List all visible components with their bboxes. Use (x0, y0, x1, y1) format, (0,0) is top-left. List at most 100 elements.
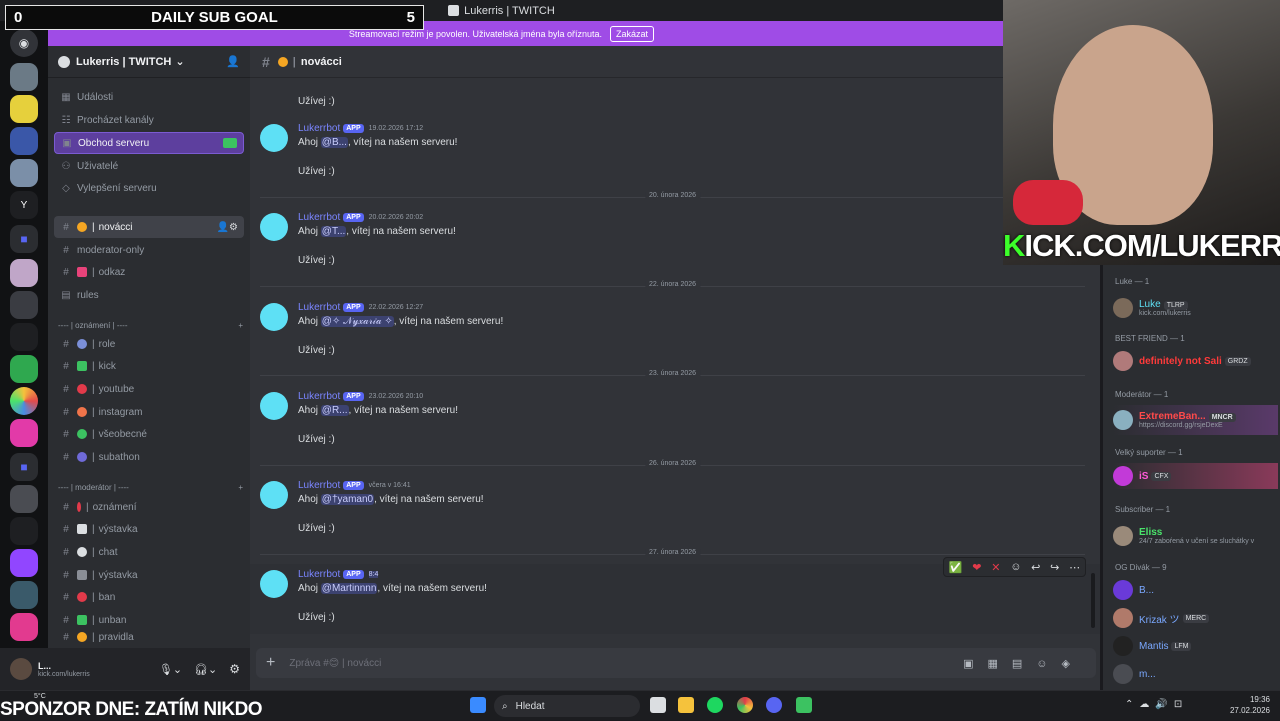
channel-vseobecne[interactable]: # | všeobecné (54, 424, 244, 444)
server-icon[interactable] (10, 95, 38, 123)
member-mod[interactable]: ExtremeBan... MNCR https://discord.gg/rsje… (1113, 405, 1278, 435)
message-author[interactable]: Lukerrbot (298, 302, 340, 313)
category-oznameni[interactable]: ---- | oznámení | ---- + (58, 321, 243, 330)
channel-rules[interactable]: ▤ rules (54, 285, 244, 305)
folder-icon[interactable]: ■ (10, 225, 38, 253)
bot-avatar[interactable] (260, 481, 288, 509)
server-icon[interactable] (10, 63, 38, 91)
server-icon[interactable] (10, 613, 38, 641)
invite-icon[interactable]: 👤 (226, 55, 240, 68)
more-icon[interactable]: ⋯ (1069, 561, 1080, 574)
forward-icon[interactable]: ↪ (1050, 561, 1059, 574)
bot-avatar[interactable] (260, 213, 288, 241)
plus-icon[interactable]: + (238, 321, 243, 330)
server-shop-item[interactable]: ▣ Obchod serveru (54, 132, 244, 154)
user-mention[interactable]: @✧ 𝒩𝓎𝓍𝒶𝓇𝒾𝒶 ✧ (320, 316, 394, 327)
plus-icon[interactable]: + (266, 654, 275, 672)
user-mention[interactable]: @†yaman0 (320, 494, 375, 505)
message-author[interactable]: Lukerrbot (298, 212, 340, 223)
user-mention[interactable]: @B... (320, 137, 348, 148)
avatar[interactable] (10, 658, 32, 680)
server-icon[interactable] (10, 323, 38, 351)
server-icon[interactable] (10, 159, 38, 187)
member-subscriber[interactable]: Eliss 24/7 zaboŕená v učení se sluchátky … (1113, 521, 1278, 551)
disable-streamer-mode-button[interactable]: Zakázat (610, 25, 655, 42)
server-icon[interactable] (10, 259, 38, 287)
channel-vystavka[interactable]: # | výstavka (54, 519, 244, 539)
server-icon[interactable] (10, 127, 38, 155)
channel-pravidla[interactable]: # | pravidla (54, 632, 244, 642)
system-tray-icons[interactable]: ⌃☁🔊⊡ (1125, 699, 1188, 710)
composer-tools-icon[interactable]: ▣▦▤☺◈ (963, 657, 1084, 670)
message-author[interactable]: Lukerrbot (298, 391, 340, 402)
server-header[interactable]: Lukerris | TWITCH ⌄ 👤 (48, 46, 250, 78)
server-icon[interactable] (10, 291, 38, 319)
reply-icon[interactable]: ↩ (1031, 561, 1040, 574)
user-mention[interactable]: @R... (320, 405, 349, 416)
settings-icon[interactable]: 👤⚙ (217, 222, 238, 233)
bot-avatar[interactable] (260, 124, 288, 152)
member-bf[interactable]: definitely not Sali GRDZ (1113, 350, 1278, 372)
channel-odkaz[interactable]: # | odkaz (54, 262, 244, 282)
check-reaction-icon[interactable]: ✅ (949, 561, 963, 574)
message-author[interactable]: Lukerrbot (298, 480, 340, 491)
channel-youtube[interactable]: # | youtube (54, 379, 244, 399)
channel-chat[interactable]: # | chat (54, 542, 244, 562)
member-og[interactable]: B... (1113, 579, 1278, 601)
user-mention[interactable]: @Martinnnn (320, 583, 378, 594)
server-icon[interactable] (10, 419, 38, 447)
taskbar-clock[interactable]: 19:36 27.02.2026 (1230, 694, 1270, 716)
category-moderator[interactable]: ---- | moderátor | ---- + (58, 483, 243, 492)
channel-unban[interactable]: # | unban (54, 610, 244, 630)
server-icon[interactable] (10, 581, 38, 609)
bot-avatar[interactable] (260, 570, 288, 598)
member-og[interactable]: Mantis LFM (1113, 635, 1278, 657)
browse-channels-item[interactable]: ☷ Procházet kanály (54, 110, 244, 130)
add-reaction-icon[interactable]: ☺ (1010, 561, 1021, 573)
task-view-icon[interactable] (650, 697, 666, 713)
channel-vystavka-2[interactable]: # | výstavka (54, 565, 244, 585)
events-item[interactable]: ▦ Události (54, 87, 244, 107)
folder-icon[interactable]: ■ (10, 453, 38, 481)
chrome-icon[interactable] (737, 697, 753, 713)
message-author[interactable]: Lukerrbot (298, 123, 340, 134)
plus-icon[interactable]: + (238, 483, 243, 492)
channel-role[interactable]: # | role (54, 334, 244, 354)
channel-instagram[interactable]: # | instagram (54, 402, 244, 422)
spotify-icon[interactable] (707, 697, 723, 713)
bot-avatar[interactable] (260, 303, 288, 331)
user-mention[interactable]: @T... (320, 226, 347, 237)
boost-item[interactable]: ◇ Vylepšení serveru (54, 178, 244, 198)
channel-moderator-only[interactable]: # moderator-only (54, 240, 244, 260)
taskbar-search[interactable]: ⌕ Hledat (494, 695, 640, 717)
channel-kick[interactable]: # | kick (54, 356, 244, 376)
member-vs[interactable]: iS CFX (1113, 463, 1278, 489)
channel-subathon[interactable]: # | subathon (54, 447, 244, 467)
member-og[interactable]: Krizak ツ MERC (1113, 607, 1278, 629)
microphone-icon[interactable]: 🎙︎⌄ (159, 663, 182, 676)
channel-mod-oznameni[interactable]: # | oznámení (54, 497, 244, 517)
message-input[interactable]: + Zpráva #😊 | novácci ▣▦▤☺◈ (256, 648, 1096, 678)
channel-novacci[interactable]: # | novácci 👤⚙ (54, 216, 244, 238)
member-og[interactable]: m... (1113, 663, 1278, 685)
headphones-icon[interactable]: 🎧︎⌄ (194, 663, 217, 676)
x-reaction-icon[interactable]: ✕ (991, 561, 1000, 574)
gear-icon[interactable]: ⚙ (229, 662, 240, 676)
message-author[interactable]: Lukerrbot (298, 569, 340, 580)
scrollbar[interactable] (1091, 573, 1095, 628)
server-icon[interactable] (10, 387, 38, 415)
server-icon[interactable] (10, 517, 38, 545)
discord-taskbar-icon[interactable] (766, 697, 782, 713)
twitch-server-icon[interactable] (10, 549, 38, 577)
app-icon[interactable] (796, 697, 812, 713)
server-icon[interactable] (10, 485, 38, 513)
bot-avatar[interactable] (260, 392, 288, 420)
member-luke[interactable]: Luke TLRP kick.com/lukerris (1113, 293, 1278, 323)
server-icon[interactable]: Y (10, 191, 38, 219)
users-item[interactable]: ⚇ Uživatelé (54, 156, 244, 176)
server-icon[interactable] (10, 355, 38, 383)
heart-reaction-icon[interactable]: ❤ (972, 561, 981, 574)
discord-home-icon[interactable]: ◉ (10, 29, 38, 57)
channel-ban[interactable]: # | ban (54, 587, 244, 607)
windows-start-icon[interactable] (470, 697, 486, 713)
